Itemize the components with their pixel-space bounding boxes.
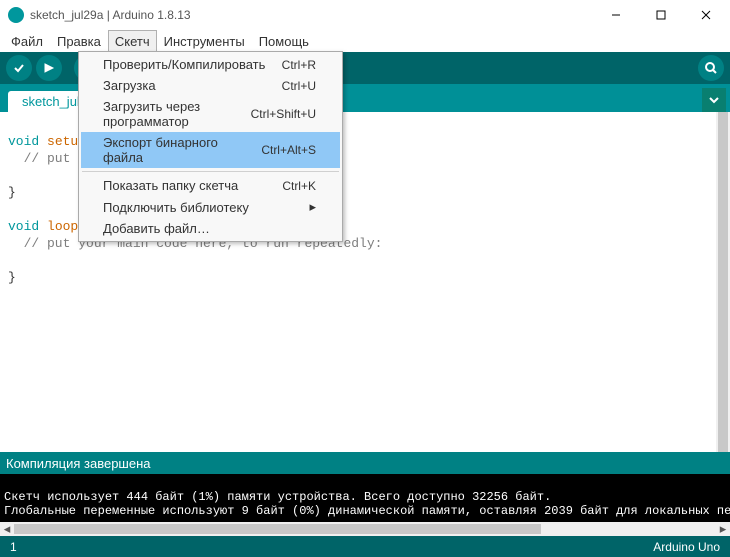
menu-item-show-sketch-folder[interactable]: Показать папку скетча Ctrl+K bbox=[81, 175, 340, 196]
submenu-arrow-icon: ▸ bbox=[309, 199, 316, 215]
menu-item-upload-programmer[interactable]: Загрузить через программатор Ctrl+Shift+… bbox=[81, 96, 340, 132]
menu-item-export-binary[interactable]: Экспорт бинарного файла Ctrl+Alt+S bbox=[81, 132, 340, 168]
menu-item-add-file[interactable]: Добавить файл… bbox=[81, 218, 340, 239]
menu-sketch[interactable]: Скетч bbox=[108, 30, 157, 52]
menu-tools[interactable]: Инструменты bbox=[157, 30, 252, 52]
editor-vscrollbar[interactable] bbox=[716, 112, 730, 452]
menu-item-verify-compile[interactable]: Проверить/Компилировать Ctrl+R bbox=[81, 54, 340, 75]
console-line: Глобальные переменные используют 9 байт … bbox=[4, 504, 730, 518]
minimize-button[interactable] bbox=[593, 1, 638, 29]
menu-file[interactable]: Файл bbox=[4, 30, 50, 52]
menu-edit[interactable]: Правка bbox=[50, 30, 108, 52]
console-hscrollbar[interactable]: ◂ ▸ bbox=[0, 522, 730, 536]
arduino-app-icon bbox=[8, 7, 24, 23]
menu-separator bbox=[82, 171, 339, 172]
close-button[interactable] bbox=[683, 1, 728, 29]
code-kw: void bbox=[8, 219, 39, 234]
menu-item-upload[interactable]: Загрузка Ctrl+U bbox=[81, 75, 340, 96]
console-line: Скетч использует 444 байт (1%) памяти ус… bbox=[4, 490, 551, 504]
maximize-button[interactable] bbox=[638, 1, 683, 29]
menu-item-include-library[interactable]: Подключить библиотеку ▸ bbox=[81, 196, 340, 218]
sketch-menu-dropdown: Проверить/Компилировать Ctrl+R Загрузка … bbox=[78, 51, 343, 242]
code-fn: loop bbox=[47, 219, 78, 234]
menubar: Файл Правка Скетч Инструменты Помощь bbox=[0, 30, 730, 52]
status-message: Компиляция завершена bbox=[6, 456, 151, 471]
menu-help[interactable]: Помощь bbox=[252, 30, 316, 52]
upload-button[interactable] bbox=[36, 55, 62, 81]
titlebar: sketch_jul29a | Arduino 1.8.13 bbox=[0, 0, 730, 30]
code-kw: void bbox=[8, 134, 39, 149]
scroll-right-icon[interactable]: ▸ bbox=[716, 522, 730, 536]
status-bar: Компиляция завершена bbox=[0, 452, 730, 474]
console-output: Скетч использует 444 байт (1%) памяти ус… bbox=[0, 474, 730, 522]
scroll-left-icon[interactable]: ◂ bbox=[0, 522, 14, 536]
window-title: sketch_jul29a | Arduino 1.8.13 bbox=[30, 8, 191, 22]
footer-bar: 1 Arduino Uno bbox=[0, 536, 730, 557]
serial-monitor-button[interactable] bbox=[698, 55, 724, 81]
tab-menu-button[interactable] bbox=[702, 88, 726, 112]
line-number: 1 bbox=[10, 540, 17, 554]
verify-button[interactable] bbox=[6, 55, 32, 81]
board-name: Arduino Uno bbox=[653, 540, 720, 554]
